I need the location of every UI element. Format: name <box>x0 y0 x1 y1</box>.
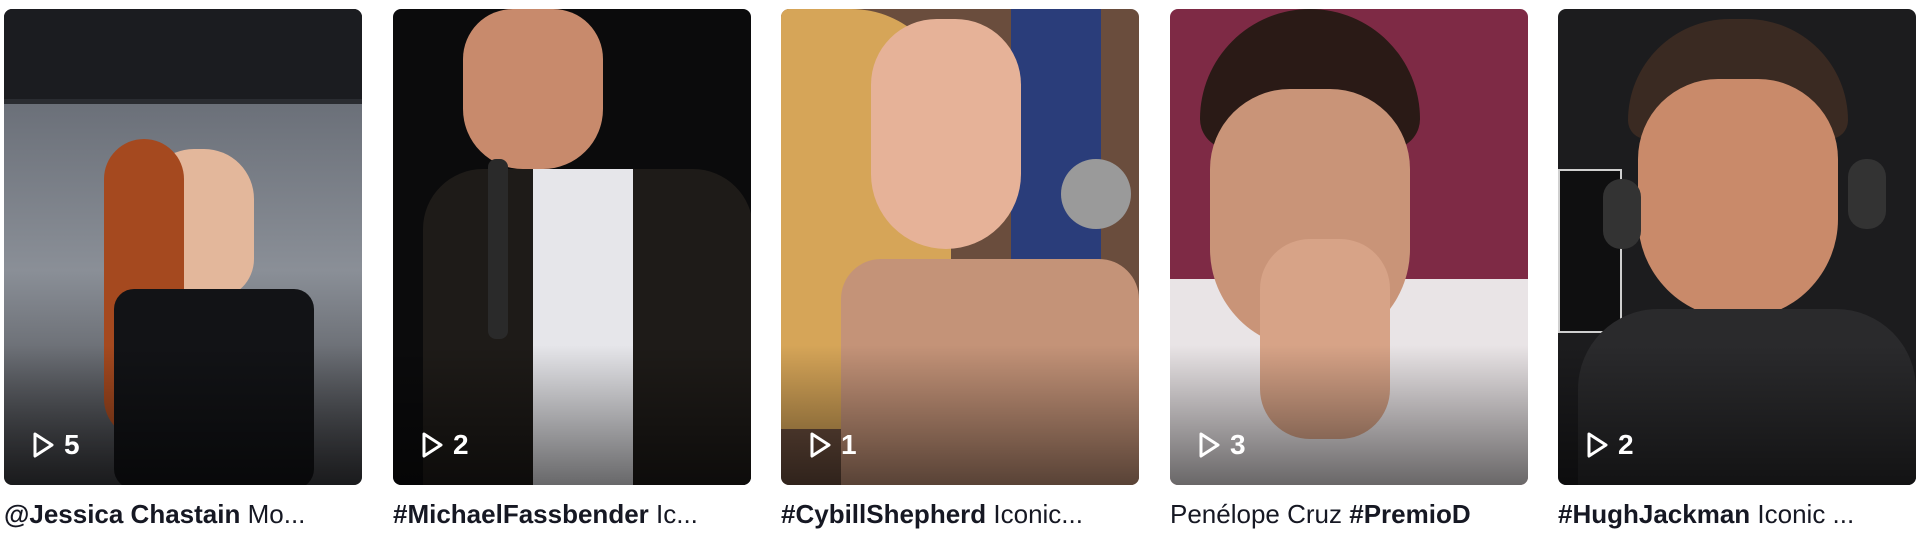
caption-text: Ic... <box>648 499 698 529</box>
caption-tag[interactable]: #CybillShepherd <box>781 499 986 529</box>
caption-text: Mo... <box>240 499 306 529</box>
caption-text: Iconic... <box>986 499 1083 529</box>
view-count: 2 <box>1586 429 1634 461</box>
view-count-value: 2 <box>453 429 469 460</box>
caption-text: Penélope Cruz <box>1170 499 1350 529</box>
play-icon <box>1199 432 1220 458</box>
video-card[interactable]: 3 Penélope Cruz #PremioD <box>1170 9 1528 530</box>
caption-tag[interactable]: #PremioD <box>1349 499 1470 529</box>
video-grid: 5 @Jessica Chastain Mo... 2 #MichaelFass… <box>0 0 1920 550</box>
view-count-value: 2 <box>1618 429 1634 460</box>
video-thumbnail[interactable]: 3 <box>1170 9 1528 485</box>
video-caption[interactable]: @Jessica Chastain Mo... <box>4 499 362 530</box>
video-card[interactable]: 2 #MichaelFassbender Ic... <box>393 9 751 530</box>
view-count: 3 <box>1198 429 1246 461</box>
play-icon <box>810 432 831 458</box>
video-card[interactable]: 1 #CybillShepherd Iconic... <box>781 9 1139 530</box>
play-icon <box>422 432 443 458</box>
view-count: 1 <box>809 429 857 461</box>
caption-tag[interactable]: @Jessica Chastain <box>4 499 240 529</box>
view-count: 2 <box>421 429 469 461</box>
play-icon <box>1587 432 1608 458</box>
video-thumbnail[interactable]: 5 <box>4 9 362 485</box>
play-icon <box>33 432 54 458</box>
video-caption[interactable]: #HughJackman Iconic ... <box>1558 499 1916 530</box>
video-caption[interactable]: #CybillShepherd Iconic... <box>781 499 1139 530</box>
video-card[interactable]: 2 #HughJackman Iconic ... <box>1558 9 1916 530</box>
view-count: 5 <box>32 429 80 461</box>
video-caption[interactable]: Penélope Cruz #PremioD <box>1170 499 1528 530</box>
view-count-value: 5 <box>64 429 80 460</box>
view-count-value: 1 <box>841 429 857 460</box>
video-card[interactable]: 5 @Jessica Chastain Mo... <box>4 9 362 530</box>
video-thumbnail[interactable]: 2 <box>1558 9 1916 485</box>
caption-tag[interactable]: #MichaelFassbender <box>393 499 649 529</box>
video-thumbnail[interactable]: 2 <box>393 9 751 485</box>
caption-text: Iconic ... <box>1750 499 1855 529</box>
video-caption[interactable]: #MichaelFassbender Ic... <box>393 499 751 530</box>
view-count-value: 3 <box>1230 429 1246 460</box>
caption-tag[interactable]: #HughJackman <box>1558 499 1750 529</box>
video-thumbnail[interactable]: 1 <box>781 9 1139 485</box>
